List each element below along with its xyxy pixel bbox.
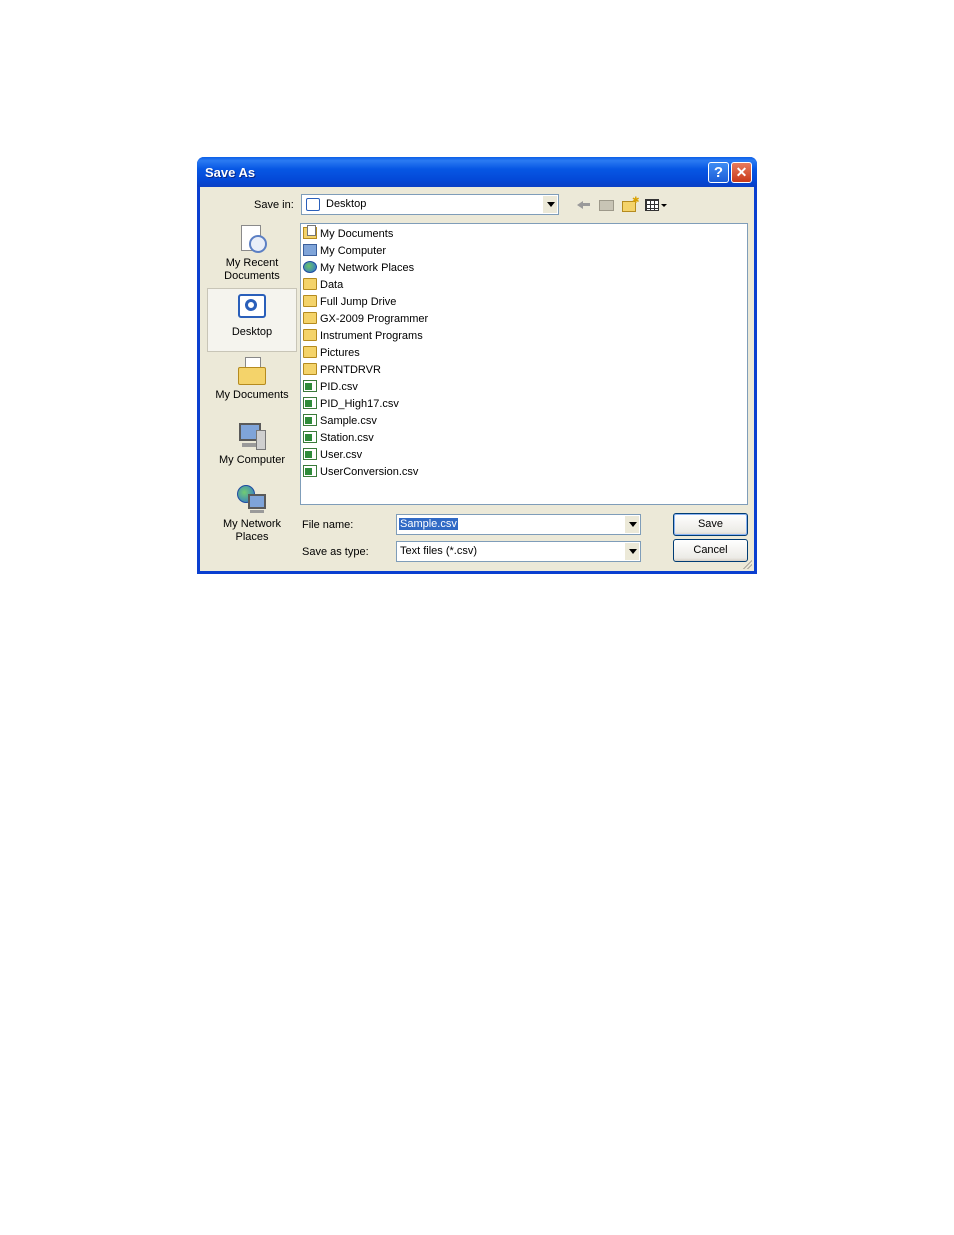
my-documents-icon — [236, 355, 268, 387]
save-as-dialog: Save As ? ✕ Save in: Desktop ✱ My Recent… — [197, 157, 757, 574]
back-icon[interactable] — [577, 197, 591, 213]
csv-file-icon — [303, 465, 317, 477]
save-type-label: Save as type: — [302, 546, 369, 558]
my-documents-icon — [303, 225, 317, 239]
title-bar[interactable]: Save As ? ✕ — [197, 157, 757, 187]
csv-file-icon — [303, 397, 317, 409]
list-item[interactable]: UserConversion.csv — [303, 464, 418, 481]
folder-icon — [303, 346, 317, 358]
list-item[interactable]: My Computer — [303, 243, 386, 260]
file-name: PID.csv — [320, 381, 358, 393]
folder-icon — [303, 312, 317, 324]
help-button[interactable]: ? — [708, 162, 729, 183]
list-item[interactable]: Full Jump Drive — [303, 294, 396, 311]
file-name: My Computer — [320, 245, 387, 257]
network-places-icon — [303, 261, 317, 273]
file-name: Station.csv — [320, 432, 374, 444]
save-type-value: Text files (*.csv) — [400, 545, 478, 557]
file-name: PID_High17.csv — [320, 398, 399, 410]
save-in-dropdown[interactable]: Desktop — [301, 194, 559, 215]
place-recent-documents[interactable]: My Recent Documents — [207, 223, 297, 287]
file-name: GX-2009 Programmer — [320, 313, 429, 325]
desktop-icon — [236, 292, 268, 324]
views-menu-icon[interactable] — [645, 197, 667, 213]
place-my-computer[interactable]: My Computer — [207, 420, 297, 480]
list-item[interactable]: Pictures — [303, 345, 360, 362]
list-item[interactable]: PRNTDRVR — [303, 362, 381, 379]
file-name-label: File name: — [302, 519, 354, 531]
file-name: PRNTDRVR — [320, 364, 381, 376]
place-label: My Documents — [215, 389, 289, 401]
list-item[interactable]: Instrument Programs — [303, 328, 423, 345]
csv-file-icon — [303, 448, 317, 460]
file-name: My Network Places — [320, 262, 415, 274]
file-name: Sample.csv — [320, 415, 377, 427]
close-button[interactable]: ✕ — [731, 162, 752, 183]
save-button[interactable]: Save — [673, 513, 748, 536]
csv-file-icon — [303, 380, 317, 392]
place-my-documents[interactable]: My Documents — [207, 355, 297, 415]
place-desktop[interactable]: Desktop — [207, 288, 297, 352]
my-computer-icon — [236, 420, 268, 452]
folder-icon — [303, 329, 317, 341]
new-folder-icon[interactable]: ✱ — [622, 195, 640, 213]
recent-documents-icon — [236, 223, 268, 255]
my-computer-icon — [303, 244, 317, 256]
list-item[interactable]: PID_High17.csv — [303, 396, 399, 413]
chevron-down-icon[interactable] — [624, 516, 639, 533]
chevron-down-icon[interactable] — [624, 543, 639, 560]
place-label: My Recent Documents — [224, 257, 280, 282]
file-name: Instrument Programs — [320, 330, 423, 342]
csv-file-icon — [303, 414, 317, 426]
list-item[interactable]: My Network Places — [303, 260, 414, 277]
list-item[interactable]: My Documents — [303, 225, 394, 243]
window-title: Save As — [205, 165, 256, 180]
file-list[interactable]: My Documents My Computer My Network Plac… — [300, 223, 748, 505]
file-name: My Documents — [320, 228, 394, 240]
places-bar: My Recent Documents Desktop My Documents… — [207, 219, 297, 543]
list-item[interactable]: User.csv — [303, 447, 362, 464]
list-item[interactable]: Station.csv — [303, 430, 374, 447]
list-item[interactable]: PID.csv — [303, 379, 358, 396]
file-name: Data — [320, 279, 344, 291]
folder-icon — [303, 363, 317, 375]
desktop-icon — [306, 198, 320, 211]
resize-grip-icon[interactable] — [742, 559, 752, 569]
place-network-places[interactable]: My Network Places — [207, 484, 297, 546]
place-label: Desktop — [231, 326, 273, 338]
cancel-button[interactable]: Cancel — [673, 539, 748, 562]
folder-icon — [303, 295, 317, 307]
chevron-down-icon[interactable] — [542, 196, 557, 213]
up-folder-icon[interactable] — [599, 197, 614, 213]
save-type-dropdown[interactable]: Text files (*.csv) — [396, 541, 641, 562]
folder-icon — [303, 278, 317, 290]
save-in-label: Save in: — [254, 199, 294, 211]
file-name-value: Sample.csv — [399, 518, 458, 530]
network-places-icon — [236, 484, 268, 516]
place-label: My Network Places — [222, 518, 282, 543]
list-item[interactable]: Sample.csv — [303, 413, 377, 430]
file-name: Pictures — [320, 347, 360, 359]
file-name: UserConversion.csv — [320, 466, 419, 478]
list-item[interactable]: Data — [303, 277, 343, 294]
list-item[interactable]: GX-2009 Programmer — [303, 311, 428, 328]
file-name: User.csv — [320, 449, 363, 461]
save-in-value: Desktop — [326, 198, 367, 210]
file-name-field[interactable]: Sample.csv — [396, 514, 641, 535]
csv-file-icon — [303, 431, 317, 443]
file-name: Full Jump Drive — [320, 296, 397, 308]
place-label: My Computer — [218, 454, 286, 466]
